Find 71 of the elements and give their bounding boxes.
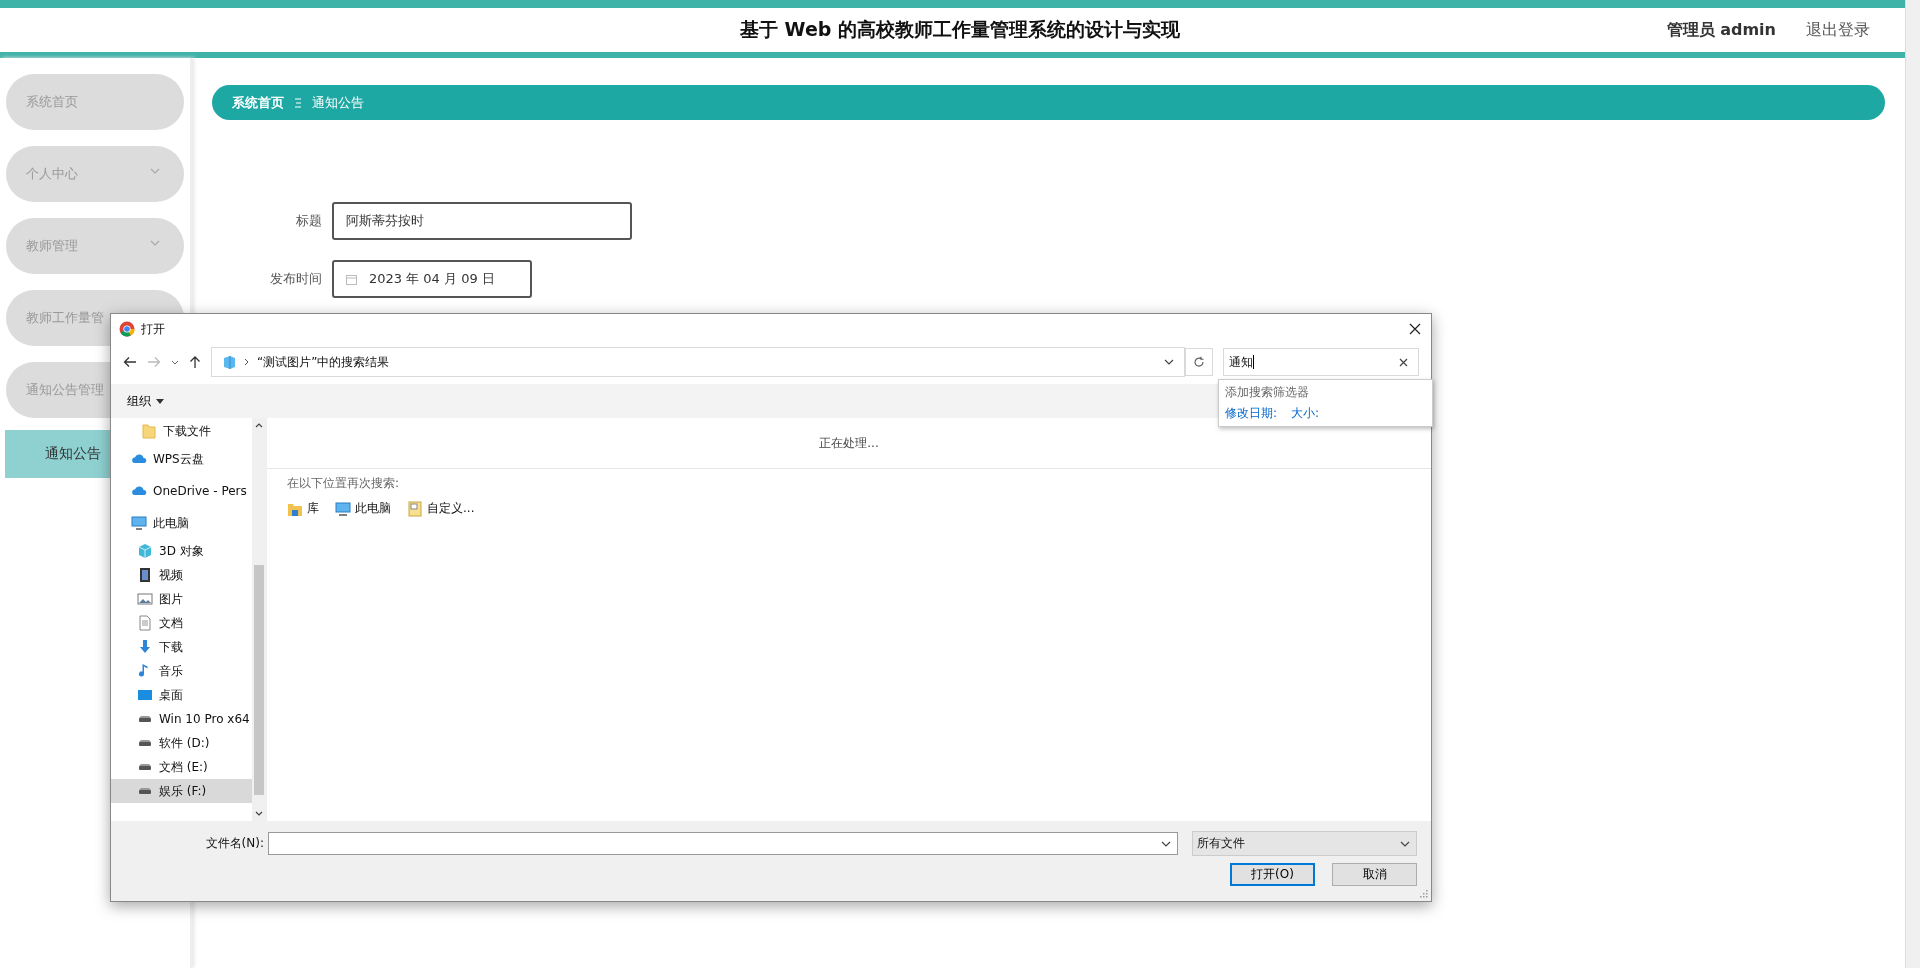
chevron-down-icon [150, 168, 160, 174]
chevron-down-icon[interactable] [171, 359, 179, 365]
close-icon[interactable] [1409, 323, 1421, 335]
field-label: 标题 [295, 212, 323, 230]
refresh-icon [1193, 356, 1205, 368]
separator-icon [294, 96, 302, 109]
chevron-down-icon [150, 240, 160, 246]
open-button[interactable]: 打开(O) [1230, 863, 1315, 886]
field-label: 发布时间 [269, 270, 323, 288]
search-again-label: 在以下位置再次搜索: [287, 476, 400, 490]
down-arrow-icon [137, 639, 153, 655]
cube-icon [137, 543, 153, 559]
logout-link[interactable]: 退出登录 [1806, 19, 1870, 41]
nav-item[interactable]: 图片 [111, 587, 252, 611]
chevron-right-icon [244, 358, 249, 366]
drive-icon [137, 739, 153, 747]
scrollbar[interactable] [1905, 0, 1920, 968]
computer-icon [131, 515, 147, 531]
drive-icon [137, 787, 153, 795]
resize-grip-icon[interactable] [1420, 890, 1428, 898]
chevron-down-icon [1400, 840, 1410, 847]
nav-item[interactable]: 视频 [111, 563, 252, 587]
address-bar[interactable]: “测试图片”中的搜索结果 [211, 347, 1185, 377]
refresh-button[interactable] [1185, 348, 1213, 376]
search-location-link[interactable]: 自定义... [407, 500, 475, 517]
scroll-up-icon[interactable] [255, 423, 263, 428]
nav-item[interactable]: Win 10 Pro x64 [111, 707, 252, 731]
scrollbar-thumb[interactable] [254, 564, 264, 795]
file-name-label: 文件名(N): [204, 835, 265, 852]
dialog-title: 打开 [141, 320, 165, 338]
user-name: 管理员 admin [1666, 19, 1776, 41]
chevron-down-icon [1164, 359, 1174, 365]
search-field[interactable]: 通知 [1223, 348, 1419, 376]
nav-item[interactable]: 音乐 [111, 659, 252, 683]
film-icon [137, 567, 153, 583]
nav-item[interactable]: 此电脑 [111, 507, 252, 539]
file-name-field[interactable] [268, 832, 1178, 855]
nav-item[interactable]: 软件 (D:) [111, 731, 252, 755]
organize-menu[interactable]: 组织 [127, 392, 164, 410]
computer-icon [335, 500, 351, 517]
nav-item[interactable]: 文档 (E:) [111, 755, 252, 779]
nav-item[interactable]: 娱乐 (F:) [111, 779, 252, 803]
folder-icon [407, 500, 423, 517]
search-location-link[interactable]: 库 [287, 500, 319, 517]
drive-icon [137, 763, 153, 771]
app-title: 基于 Web 的高校教师工作量管理系统的设计与实现 [740, 17, 1180, 42]
browser-logo-icon [119, 321, 135, 337]
drive-icon [137, 715, 153, 723]
dropdown-triangle-icon [156, 398, 164, 404]
clear-icon[interactable] [1399, 357, 1408, 367]
cancel-button[interactable]: 取消 [1332, 863, 1417, 886]
file-type-dropdown[interactable]: 所有文件 [1192, 831, 1417, 856]
nav-item[interactable]: 3D 对象 [111, 539, 252, 563]
date-field[interactable]: 2023 年 04 月 09 日 [332, 260, 532, 298]
menu-heading: 添加搜索筛选器 [1225, 384, 1310, 401]
folder-icon [141, 423, 157, 439]
picture-icon [137, 591, 153, 607]
nav-item[interactable]: 下载 [111, 635, 252, 659]
calendar-icon [346, 273, 357, 285]
title-field[interactable]: 阿斯蒂芬按时 [332, 202, 632, 240]
nav-item[interactable]: 文档 [111, 611, 252, 635]
chevron-down-icon[interactable] [1161, 840, 1171, 847]
nav-item[interactable]: 桌面 [111, 683, 252, 707]
scroll-down-icon[interactable] [255, 811, 263, 816]
desktop-icon [137, 687, 153, 703]
nav-item[interactable]: OneDrive - Pers [111, 475, 252, 507]
back-icon[interactable] [123, 356, 137, 368]
up-icon[interactable] [189, 355, 201, 369]
search-location-link[interactable]: 此电脑 [335, 500, 391, 517]
document-icon [137, 615, 153, 631]
cube-icon [222, 355, 236, 369]
